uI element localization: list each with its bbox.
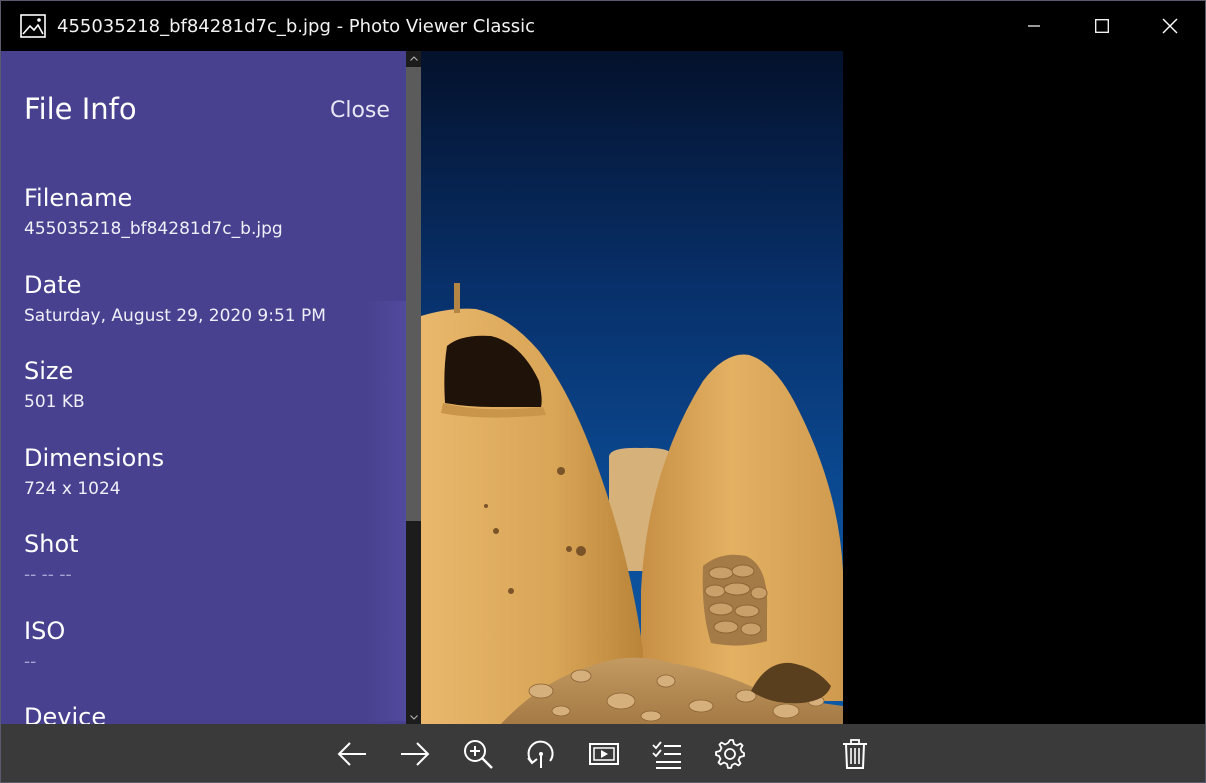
dimensions-label: Dimensions [24,444,165,472]
arrow-left-icon [337,742,366,766]
date-label: Date [24,271,82,299]
delete-button[interactable] [838,737,872,771]
size-label: Size [24,357,74,385]
filename-value: 455035218_bf84281d7c_b.jpg [24,219,283,239]
panel-shade [366,301,406,721]
zoom-in-button[interactable] [461,737,495,771]
chevron-up-icon [409,55,418,61]
previous-button[interactable] [335,737,369,771]
select-list-icon [652,741,681,769]
panel-close-button[interactable]: Close [330,97,390,125]
shot-value: -- -- -- [24,565,72,585]
minimize-button[interactable] [1000,1,1068,51]
chevron-down-icon [409,714,418,720]
filename-label: Filename [24,184,133,212]
rotate-icon [527,740,554,768]
panel-title: File Info [24,92,137,126]
file-info-panel: File Info Close Filename 455035218_bf842… [1,51,406,724]
maximize-button[interactable] [1068,1,1136,51]
select-button[interactable] [650,737,684,771]
shot-label: Shot [24,530,79,558]
gear-icon [715,739,745,769]
zoom-in-icon [464,740,493,769]
size-value: 501 KB [24,392,85,412]
app-window: 455035218_bf84281d7c_b.jpg - Photo Viewe… [0,0,1206,783]
minimize-icon [1028,25,1040,27]
scroll-thumb[interactable] [406,67,421,521]
trash-icon [843,739,867,769]
title-bar[interactable]: 455035218_bf84281d7c_b.jpg - Photo Viewe… [1,1,1205,51]
scroll-up-button[interactable] [406,51,421,65]
close-icon [1162,18,1178,34]
image-app-icon [20,14,46,38]
photo-image[interactable] [421,51,843,724]
slideshow-icon [589,743,619,765]
arrow-right-icon [401,742,430,766]
device-label: Device [24,703,107,724]
next-button[interactable] [398,737,432,771]
iso-label: ISO [24,617,66,645]
maximize-icon [1095,19,1109,33]
dimensions-value: 724 x 1024 [24,479,121,499]
settings-button[interactable] [713,737,747,771]
rotate-button[interactable] [524,737,558,771]
bottom-toolbar [1,724,1205,782]
date-value: Saturday, August 29, 2020 9:51 PM [24,306,326,326]
panel-scrollbar[interactable] [406,51,421,724]
window-title: 455035218_bf84281d7c_b.jpg - Photo Viewe… [57,16,536,37]
scroll-down-button[interactable] [406,710,421,724]
slideshow-button[interactable] [587,737,621,771]
iso-value: -- [24,652,37,672]
close-window-button[interactable] [1136,1,1204,51]
